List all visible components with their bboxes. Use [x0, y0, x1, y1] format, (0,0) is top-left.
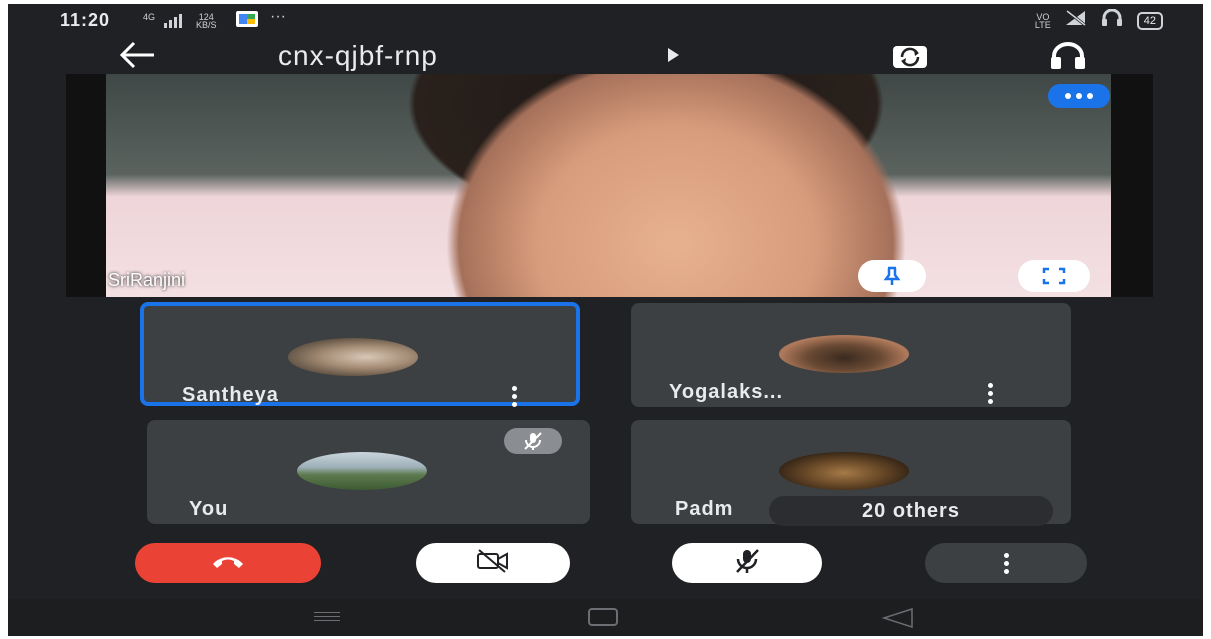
- participant-name: You: [189, 498, 229, 520]
- recent-apps-icon[interactable]: [314, 612, 340, 624]
- status-bar: 11:20 4G 124 KB/S ··· VO LTE 42: [8, 4, 1203, 34]
- pin-icon[interactable]: [858, 260, 926, 292]
- back-icon[interactable]: [118, 40, 158, 70]
- mic-toggle-button[interactable]: [672, 543, 822, 583]
- more-vertical-icon[interactable]: [512, 386, 518, 407]
- more-options-button[interactable]: [925, 543, 1087, 583]
- status-right-icons: VO LTE 42: [1034, 8, 1163, 32]
- more-vertical-icon[interactable]: [988, 383, 994, 404]
- meeting-code[interactable]: cnx-qjbf-rnp: [278, 40, 438, 72]
- switch-camera-icon[interactable]: [890, 40, 930, 72]
- more-vertical-icon: [1003, 552, 1009, 574]
- status-time: 11:20: [60, 10, 111, 30]
- headphones-icon[interactable]: [1048, 40, 1088, 72]
- meet-call-screen: 11:20 4G 124 KB/S ··· VO LTE 42 cnx-qjbf…: [8, 4, 1203, 636]
- battery-indicator: 42: [1136, 11, 1163, 30]
- system-nav-bar: [8, 599, 1203, 636]
- speaking-indicator-icon: [1048, 84, 1110, 108]
- home-icon[interactable]: [588, 608, 618, 626]
- mic-off-icon: [732, 547, 762, 580]
- fullscreen-icon[interactable]: [1018, 260, 1090, 292]
- call-header: cnx-qjbf-rnp: [8, 34, 1203, 76]
- others-count-chip[interactable]: 20 others: [769, 496, 1053, 526]
- camera-toggle-button[interactable]: [416, 543, 570, 583]
- avatar: [288, 338, 418, 376]
- participant-video-feed: [106, 74, 1111, 297]
- nav-back-icon[interactable]: [878, 607, 918, 629]
- no-signal-icon: [1065, 9, 1087, 31]
- signal-icon: [163, 12, 185, 33]
- main-video-tile[interactable]: SriRanjini: [66, 74, 1153, 297]
- participant-tile-you[interactable]: You: [147, 420, 590, 524]
- mic-off-icon: [504, 428, 562, 454]
- network-speed: 124 KB/S: [196, 12, 217, 30]
- participant-tile-santheya[interactable]: Santheya: [140, 302, 580, 407]
- main-participant-name: SriRanjini: [108, 270, 186, 290]
- headset-status-icon: [1101, 8, 1123, 32]
- phone-hangup-icon: [211, 553, 245, 574]
- meet-notification-icon: [236, 11, 258, 32]
- video-off-icon: [475, 548, 511, 579]
- avatar: [779, 452, 909, 490]
- participant-name: Yogalaks...: [669, 381, 784, 403]
- participant-name: Santheya: [182, 384, 279, 406]
- avatar: [296, 452, 427, 490]
- more-notifications-indicator: ···: [270, 8, 286, 25]
- avatar: [779, 335, 909, 373]
- participant-tile-yogalaks[interactable]: Yogalaks...: [631, 303, 1071, 407]
- volte-indicator: VO LTE: [1034, 11, 1051, 30]
- meeting-details-arrow-icon[interactable]: [668, 48, 679, 62]
- participant-name: Padm: [675, 498, 734, 520]
- signal-label: 4G: [143, 12, 156, 22]
- participant-tile-padm[interactable]: Padm 20 others: [631, 420, 1071, 526]
- hangup-button[interactable]: [135, 543, 321, 583]
